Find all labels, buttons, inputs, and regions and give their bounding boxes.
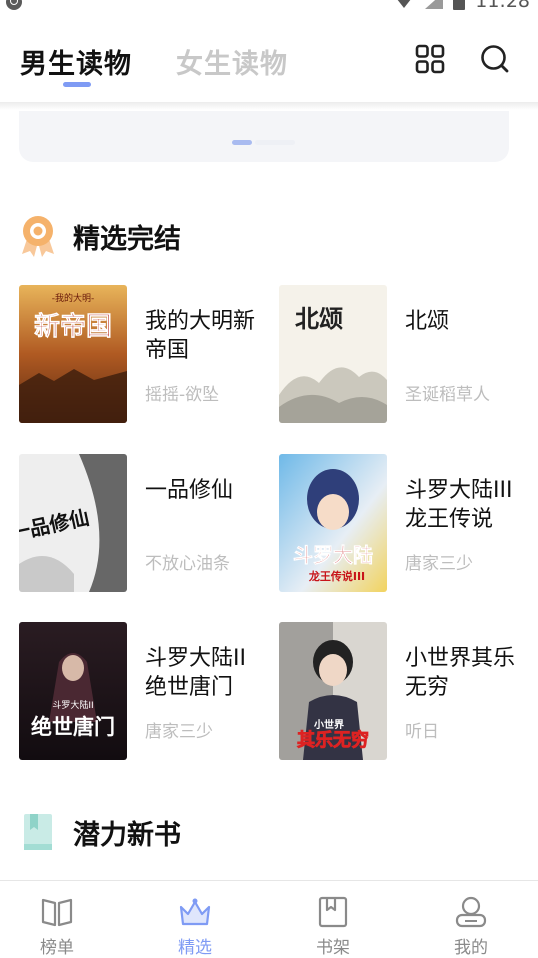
nav-ranking[interactable]: 榜单 [0, 881, 124, 958]
book-cover: -我的大明- 新帝国 [19, 285, 127, 423]
grid-icon[interactable] [415, 44, 445, 74]
book-card[interactable]: 小世界 其乐无穷 小世界其乐无穷 听日 [279, 622, 529, 762]
cover-title: 绝世唐门 [31, 715, 115, 739]
search-icon[interactable] [480, 44, 510, 74]
nav-bookshelf[interactable]: 书架 [266, 881, 400, 958]
nav-label: 我的 [454, 938, 488, 958]
bookshelf-icon [318, 896, 348, 928]
crown-icon [179, 898, 211, 926]
book-card[interactable]: 北颂 北颂 圣诞稻草人 [279, 285, 529, 425]
book-title: 我的大明新帝国 [145, 309, 256, 363]
carousel-indicator [255, 140, 295, 145]
header-divider [0, 102, 538, 110]
banner-carousel[interactable] [19, 111, 509, 162]
book-title: 小世界其乐无穷 [405, 646, 516, 700]
cover-subtitle: -我的大明- [52, 292, 95, 304]
book-author: 听日 [405, 722, 439, 742]
status-indicators: 11:28 [393, 0, 530, 12]
open-book-icon [41, 898, 73, 927]
book-card[interactable]: 一品修仙 一品修仙 不放心油条 [19, 454, 269, 594]
book-cover: 北颂 [279, 285, 387, 423]
bottom-navigation: 榜单 精选 书架 我的 [0, 880, 538, 958]
book-cover: 斗罗大陆II 绝世唐门 [19, 622, 127, 760]
book-author: 唐家三少 [145, 722, 213, 742]
nav-label: 书架 [316, 938, 350, 958]
status-bar: 11:28 [0, 0, 538, 16]
battery-icon [453, 0, 466, 10]
status-time: 11:28 [475, 0, 530, 12]
signal-icon [425, 0, 444, 9]
carousel-indicator-active [232, 140, 252, 145]
book-author: 圣诞稻草人 [405, 385, 490, 405]
notification-icon [6, 0, 22, 10]
book-card[interactable]: 斗罗大陆II 绝世唐门 斗罗大陆II绝世唐门 唐家三少 [19, 622, 269, 762]
award-icon [22, 216, 54, 257]
book-title: 斗罗大陆III龙王传说 [405, 478, 513, 532]
book-cover: 小世界 其乐无穷 [279, 622, 387, 760]
cover-subtitle: 斗罗大陆II [52, 699, 93, 711]
book-author: 摇摇-欲坠 [145, 385, 220, 405]
cover-title: 其乐无穷 [297, 729, 369, 751]
cover-title: 斗罗大陆 [293, 543, 373, 567]
book-cover: 一品修仙 [19, 454, 127, 592]
section-title-new-books: 潜力新书 [73, 820, 181, 851]
wifi-icon [393, 0, 416, 8]
book-author: 不放心油条 [145, 554, 230, 574]
book-card[interactable]: -我的大明- 新帝国 我的大明新帝国 摇摇-欲坠 [19, 285, 269, 425]
cover-title: 北颂 [295, 305, 343, 333]
active-tab-indicator [63, 82, 91, 87]
book-cover: 斗罗大陆 龙王传说III [279, 454, 387, 592]
cover-subtitle: 龙王传说III [308, 569, 365, 583]
nav-label: 榜单 [40, 938, 74, 958]
book-card[interactable]: 斗罗大陆 龙王传说III 斗罗大陆III龙王传说 唐家三少 [279, 454, 529, 594]
nav-profile[interactable]: 我的 [404, 881, 538, 958]
nav-featured[interactable]: 精选 [128, 881, 262, 958]
cover-title: 新帝国 [34, 311, 112, 342]
book-title: 北颂 [405, 309, 450, 334]
profile-icon [455, 896, 487, 928]
top-header: 男生读物 女生读物 [0, 16, 538, 102]
book-title: 一品修仙 [145, 478, 234, 503]
book-title: 斗罗大陆II绝世唐门 [145, 646, 246, 700]
tab-male-reading[interactable]: 男生读物 [20, 42, 132, 81]
tab-female-reading[interactable]: 女生读物 [176, 42, 288, 81]
section-title-featured: 精选完结 [73, 224, 181, 255]
book-icon [24, 814, 52, 850]
nav-label: 精选 [178, 938, 212, 958]
book-author: 唐家三少 [405, 554, 473, 574]
